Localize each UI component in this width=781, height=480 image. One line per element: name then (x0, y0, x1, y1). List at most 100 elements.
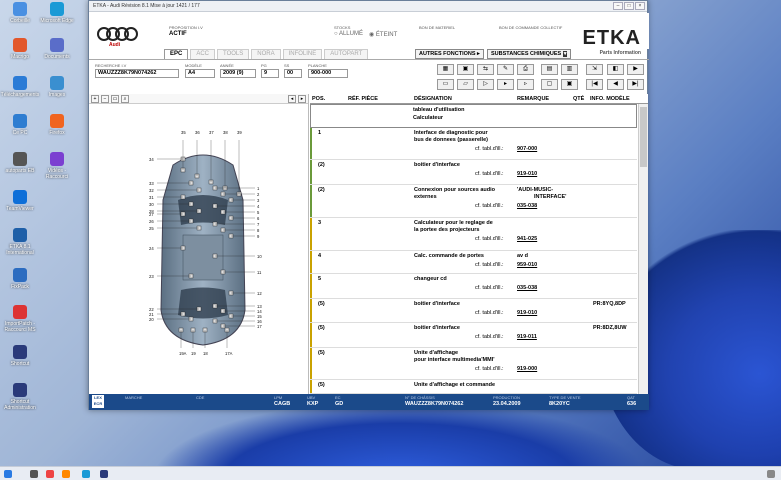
table-row[interactable]: (2) boitier d'interface cf. tabl.d'ill.: 91… (310, 160, 637, 185)
callout-label[interactable]: 32 (149, 188, 154, 193)
toolbar-icon[interactable]: ▸ (497, 79, 514, 90)
desktop-icon[interactable]: TeamViewer (0, 190, 40, 212)
desktop-icon[interactable]: Shortcut (0, 345, 40, 367)
desktop-icon[interactable]: autoparts EB (0, 152, 40, 174)
table-row[interactable]: (2) Connexion pour sources audio externes c… (310, 185, 637, 218)
toolbar-icon[interactable]: ▤ (541, 64, 558, 75)
callout-label[interactable]: 5 (257, 210, 259, 215)
notification-icon[interactable] (767, 470, 775, 478)
table-row[interactable]: (5) Unite d'affichage pour interface multi… (310, 348, 637, 380)
toolbar-icon[interactable]: ▣ (457, 64, 474, 75)
desktop-icon[interactable]: Corbeille (0, 2, 40, 24)
app-icon[interactable] (46, 470, 54, 478)
desktop-icon[interactable]: Firefox (37, 114, 77, 136)
callout-label[interactable]: 3 (257, 198, 259, 203)
desktop-icon[interactable]: Images (37, 76, 77, 98)
table-scrollbar[interactable] (638, 104, 648, 394)
tab-tools[interactable]: TOOLS (217, 49, 250, 59)
callout-label[interactable]: 19A (179, 351, 186, 356)
callout-label[interactable]: 33 (149, 181, 154, 186)
desktop-icon[interactable]: Vidéos - Raccourci (37, 152, 77, 180)
callout-label[interactable]: 8 (257, 228, 259, 233)
callout-label[interactable]: 36 (195, 130, 200, 135)
tab-nora[interactable]: NORA (251, 49, 281, 59)
desktop-icon[interactable]: Documents (37, 38, 77, 60)
toolbar-icon[interactable]: ⇆ (477, 64, 494, 75)
maximize-button[interactable]: □ (624, 2, 634, 10)
callout-label[interactable]: 1 (257, 186, 259, 191)
callout-label[interactable]: 19 (191, 351, 196, 356)
tab-epc[interactable]: EPC (164, 49, 189, 59)
callout-label[interactable]: 35 (181, 130, 186, 135)
callout-label[interactable]: 23 (149, 274, 154, 279)
table-row[interactable]: 4 Calc. commande de portes cf. tabl.d'ill.… (310, 251, 637, 274)
desktop-icon[interactable]: Ce PC (0, 114, 40, 136)
callout-label[interactable]: 17 (257, 324, 262, 329)
desktop-icon[interactable]: ImportPatch - Raccourci MS (0, 305, 40, 333)
ref-link[interactable]: 919-010 (517, 171, 537, 177)
ref-link[interactable]: 035-038 (517, 285, 537, 291)
annee-select[interactable]: 2009 (9) (220, 69, 256, 78)
app-icon[interactable] (62, 470, 70, 478)
toolbar-icon[interactable]: ⇲ (586, 64, 603, 75)
toolbar-icon[interactable]: ▷ (477, 79, 494, 90)
toolbar-icon[interactable]: ▹ (517, 79, 534, 90)
desktop-icon[interactable]: ETKA 8.1 International (0, 228, 40, 256)
start-icon[interactable] (4, 470, 12, 478)
autres-fonctions-button[interactable]: AUTRES FONCTIONS ▸ (415, 49, 484, 59)
callout-label[interactable]: 20 (149, 317, 154, 322)
callout-label[interactable]: 10 (257, 254, 262, 259)
minimize-button[interactable]: – (613, 2, 623, 10)
callout-label[interactable]: 37 (209, 130, 214, 135)
zoom-in-icon[interactable]: + (91, 94, 99, 103)
desktop-icon[interactable]: Shortcut Administration (0, 383, 40, 411)
callout-label[interactable]: 24 (149, 246, 154, 251)
ref-link[interactable]: 919-010 (517, 310, 537, 316)
ref-link[interactable]: 035-038 (517, 203, 537, 209)
callout-label[interactable]: 12 (257, 291, 262, 296)
callout-label[interactable]: 6 (257, 216, 259, 221)
tab-autopart[interactable]: AUTOPART (324, 49, 369, 59)
tab-infoline[interactable]: INFOLINE (282, 49, 323, 59)
scroll-thumb[interactable] (640, 107, 647, 167)
table-row[interactable]: (5) Unite d'affichage et commande (310, 380, 637, 394)
callout-label[interactable]: 9 (257, 234, 259, 239)
ref-link[interactable]: 919-011 (517, 334, 537, 340)
toolbar-icon[interactable]: ◧ (607, 64, 624, 75)
desktop-icon[interactable]: Macrigo (0, 38, 40, 60)
callout-label[interactable]: 4 (257, 204, 259, 209)
ref-link[interactable]: 941-025 (517, 236, 537, 242)
toolbar-icon[interactable]: ▦ (437, 64, 454, 75)
table-row[interactable]: (5) boitier d'interface cf. tabl.d'ill.: 91… (310, 323, 637, 348)
stock-off-radio[interactable]: ◉ ÉTEINT (369, 31, 397, 38)
callout-label[interactable]: 34 (149, 157, 154, 162)
ss-select[interactable]: 00 (284, 69, 302, 78)
callout-label[interactable]: 27 (149, 212, 154, 217)
search-icon[interactable] (30, 470, 38, 478)
callout-label[interactable]: 2 (257, 192, 259, 197)
toolbar-icon[interactable]: |◀ (586, 79, 603, 90)
toolbar-icon[interactable]: ▶ (627, 64, 644, 75)
callout-label[interactable]: 25 (149, 226, 154, 231)
edge-icon[interactable] (82, 470, 90, 478)
desktop-icon[interactable]: Téléchargements (0, 76, 40, 98)
stock-on-radio[interactable]: ○ ALLUMÉ (334, 31, 363, 37)
callout-label[interactable]: 31 (149, 195, 154, 200)
toolbar-icon[interactable]: ✎ (497, 64, 514, 75)
toolbar-icon[interactable]: ▥ (561, 64, 578, 75)
table-row[interactable]: (5) boitier d'interface cf. tabl.d'ill.: 91… (310, 299, 637, 323)
pg-select[interactable]: 9 (261, 69, 279, 78)
table-row[interactable]: 3 Calculateur pour le reglage de la portee… (310, 218, 637, 251)
table-row[interactable]: 5 changeur cd cf. tabl.d'ill.: 035-038 (310, 274, 637, 299)
substances-chimiques-select[interactable]: SUBSTANCES CHIMIQUES ▾ (487, 49, 572, 59)
callout-label[interactable]: 39 (237, 130, 242, 135)
toolbar-icon[interactable]: ⎙ (517, 64, 534, 75)
toolbar-icon[interactable]: ▭ (437, 79, 454, 90)
callout-label[interactable]: 30 (149, 202, 154, 207)
etka-taskbar-icon[interactable] (100, 470, 108, 478)
callout-label[interactable]: 38 (223, 130, 228, 135)
close-button[interactable]: × (635, 2, 645, 10)
callout-label[interactable]: 11 (257, 270, 261, 275)
desktop-icon[interactable]: Microsoft Edge (37, 2, 77, 24)
recherche-input[interactable]: WAUZZZ8K79N074262 (95, 69, 179, 78)
